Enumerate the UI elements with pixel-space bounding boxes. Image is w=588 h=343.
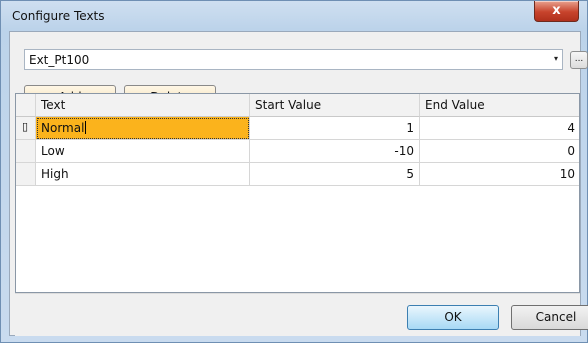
cell-end-value[interactable]: 4 [420, 117, 579, 140]
title-bar: Configure Texts x [1, 1, 587, 31]
column-header-start-value[interactable]: Start Value [250, 94, 420, 117]
row-header-corner [16, 94, 36, 117]
cell-text[interactable]: Normal [36, 117, 250, 140]
cell-start-value[interactable]: -10 [250, 140, 420, 163]
row-header[interactable] [16, 140, 36, 163]
configure-texts-dialog: Configure Texts x Ext_Pt100 ▾ ... Add De… [0, 0, 588, 343]
column-header-end-value[interactable]: End Value [420, 94, 579, 117]
row-edit-marker-icon: ▯ [16, 117, 36, 140]
select-value: Ext_Pt100 [29, 53, 90, 67]
table-header: Text Start Value End Value [16, 94, 579, 117]
text-caret [85, 121, 87, 134]
cell-start-value[interactable]: 5 [250, 163, 420, 186]
cell-start-value[interactable]: 1 [250, 117, 420, 140]
cell-text[interactable]: Low [36, 140, 250, 163]
ok-button[interactable]: OK [407, 305, 499, 330]
cell-end-value[interactable]: 10 [420, 163, 579, 186]
cell-end-value[interactable]: 0 [420, 140, 579, 163]
dialog-footer: OK Cancel [15, 293, 588, 336]
column-header-text[interactable]: Text [36, 94, 250, 117]
cancel-button[interactable]: Cancel [511, 305, 588, 330]
row-header[interactable] [16, 163, 36, 186]
text-list-select[interactable]: Ext_Pt100 ▾ [24, 49, 563, 70]
browse-button[interactable]: ... [570, 51, 588, 69]
cell-text-value: Normal [41, 121, 85, 135]
table-row[interactable]: Low -10 0 [16, 140, 579, 163]
chevron-down-icon[interactable]: ▾ [554, 54, 558, 63]
table-row[interactable]: High 5 10 [16, 163, 579, 186]
table-row[interactable]: ▯ Normal 1 4 [16, 117, 579, 140]
texts-table: Text Start Value End Value ▯ Normal 1 4 … [15, 93, 580, 293]
close-icon: x [552, 3, 561, 18]
dialog-title: Configure Texts [12, 9, 105, 23]
cell-text[interactable]: High [36, 163, 250, 186]
close-button[interactable]: x [534, 1, 579, 22]
